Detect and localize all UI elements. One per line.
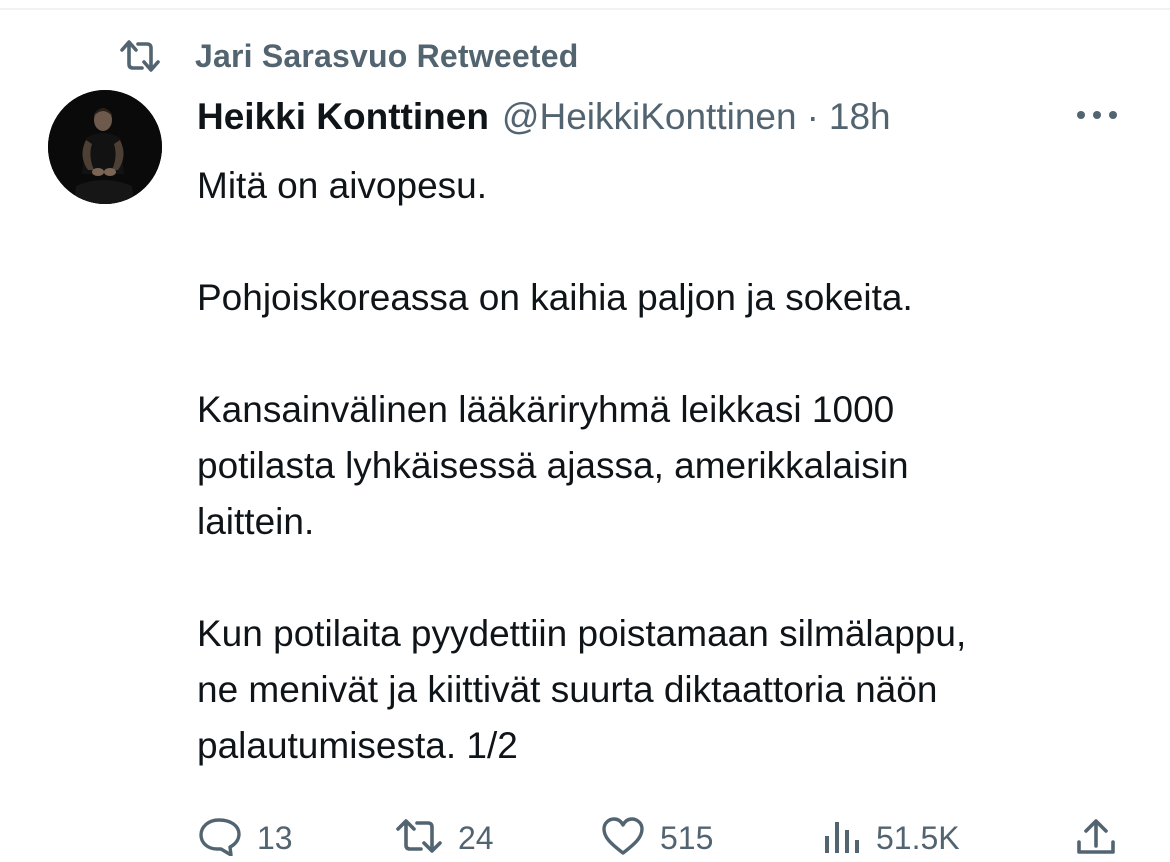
author-handle[interactable]: @HeikkiKonttinen — [502, 96, 797, 138]
tweet-line: Kansainvälinen lääkäriryhmä leikkasi 100… — [197, 389, 895, 430]
tweet-timestamp[interactable]: 18h — [829, 96, 891, 138]
tweet-line: Mitä on aivopesu. — [197, 165, 488, 206]
tweet-actions: 13 24 515 51.5K — [0, 814, 1170, 862]
tweet-header: Heikki Konttinen @HeikkiKonttinen · 18h — [197, 94, 891, 140]
retweet-button[interactable]: 24 — [394, 814, 494, 862]
like-button[interactable]: 515 — [600, 814, 713, 862]
views-button[interactable]: 51.5K — [822, 814, 960, 862]
retweet-banner[interactable]: Jari Sarasvuo Retweeted — [118, 36, 578, 76]
more-button[interactable] — [1072, 100, 1122, 134]
tweet-paragraph: Pohjoiskoreassa on kaihia paljon ja soke… — [197, 270, 1137, 326]
tweet-line: palautumisesta. 1/2 — [197, 725, 518, 766]
reply-count: 13 — [257, 819, 293, 856]
tweet-line: Kun potilaita pyydettiin poistamaan silm… — [197, 613, 967, 654]
tweet-line: ne menivät ja kiittivät suurta diktaatto… — [197, 669, 938, 710]
header-separator: · — [806, 96, 819, 137]
tweet-line: laittein. — [197, 501, 315, 542]
views-count: 51.5K — [876, 819, 960, 856]
tweet-line: potilasta lyhkäisessä ajassa, amerikkala… — [197, 445, 909, 486]
retweet-banner-text: Jari Sarasvuo Retweeted — [195, 37, 579, 74]
tweet-text: Mitä on aivopesu. Pohjoiskoreassa on kai… — [197, 158, 1137, 774]
more-horizontal-icon — [1075, 108, 1119, 126]
retweet-icon — [118, 36, 162, 76]
author-display-name[interactable]: Heikki Konttinen — [197, 96, 489, 138]
tweet-paragraph: Mitä on aivopesu. — [197, 158, 1137, 214]
top-divider — [0, 8, 1170, 10]
tweet-line: Pohjoiskoreassa on kaihia paljon ja soke… — [197, 277, 913, 318]
tweet-paragraph: Kun potilaita pyydettiin poistamaan silm… — [197, 606, 1137, 774]
tweet-paragraph: Kansainvälinen lääkäriryhmä leikkasi 100… — [197, 382, 1137, 550]
like-count: 515 — [660, 819, 714, 856]
reply-button[interactable]: 13 — [197, 814, 293, 862]
avatar[interactable] — [48, 90, 162, 204]
retweet-count: 24 — [458, 819, 494, 856]
share-button[interactable] — [1074, 814, 1118, 862]
